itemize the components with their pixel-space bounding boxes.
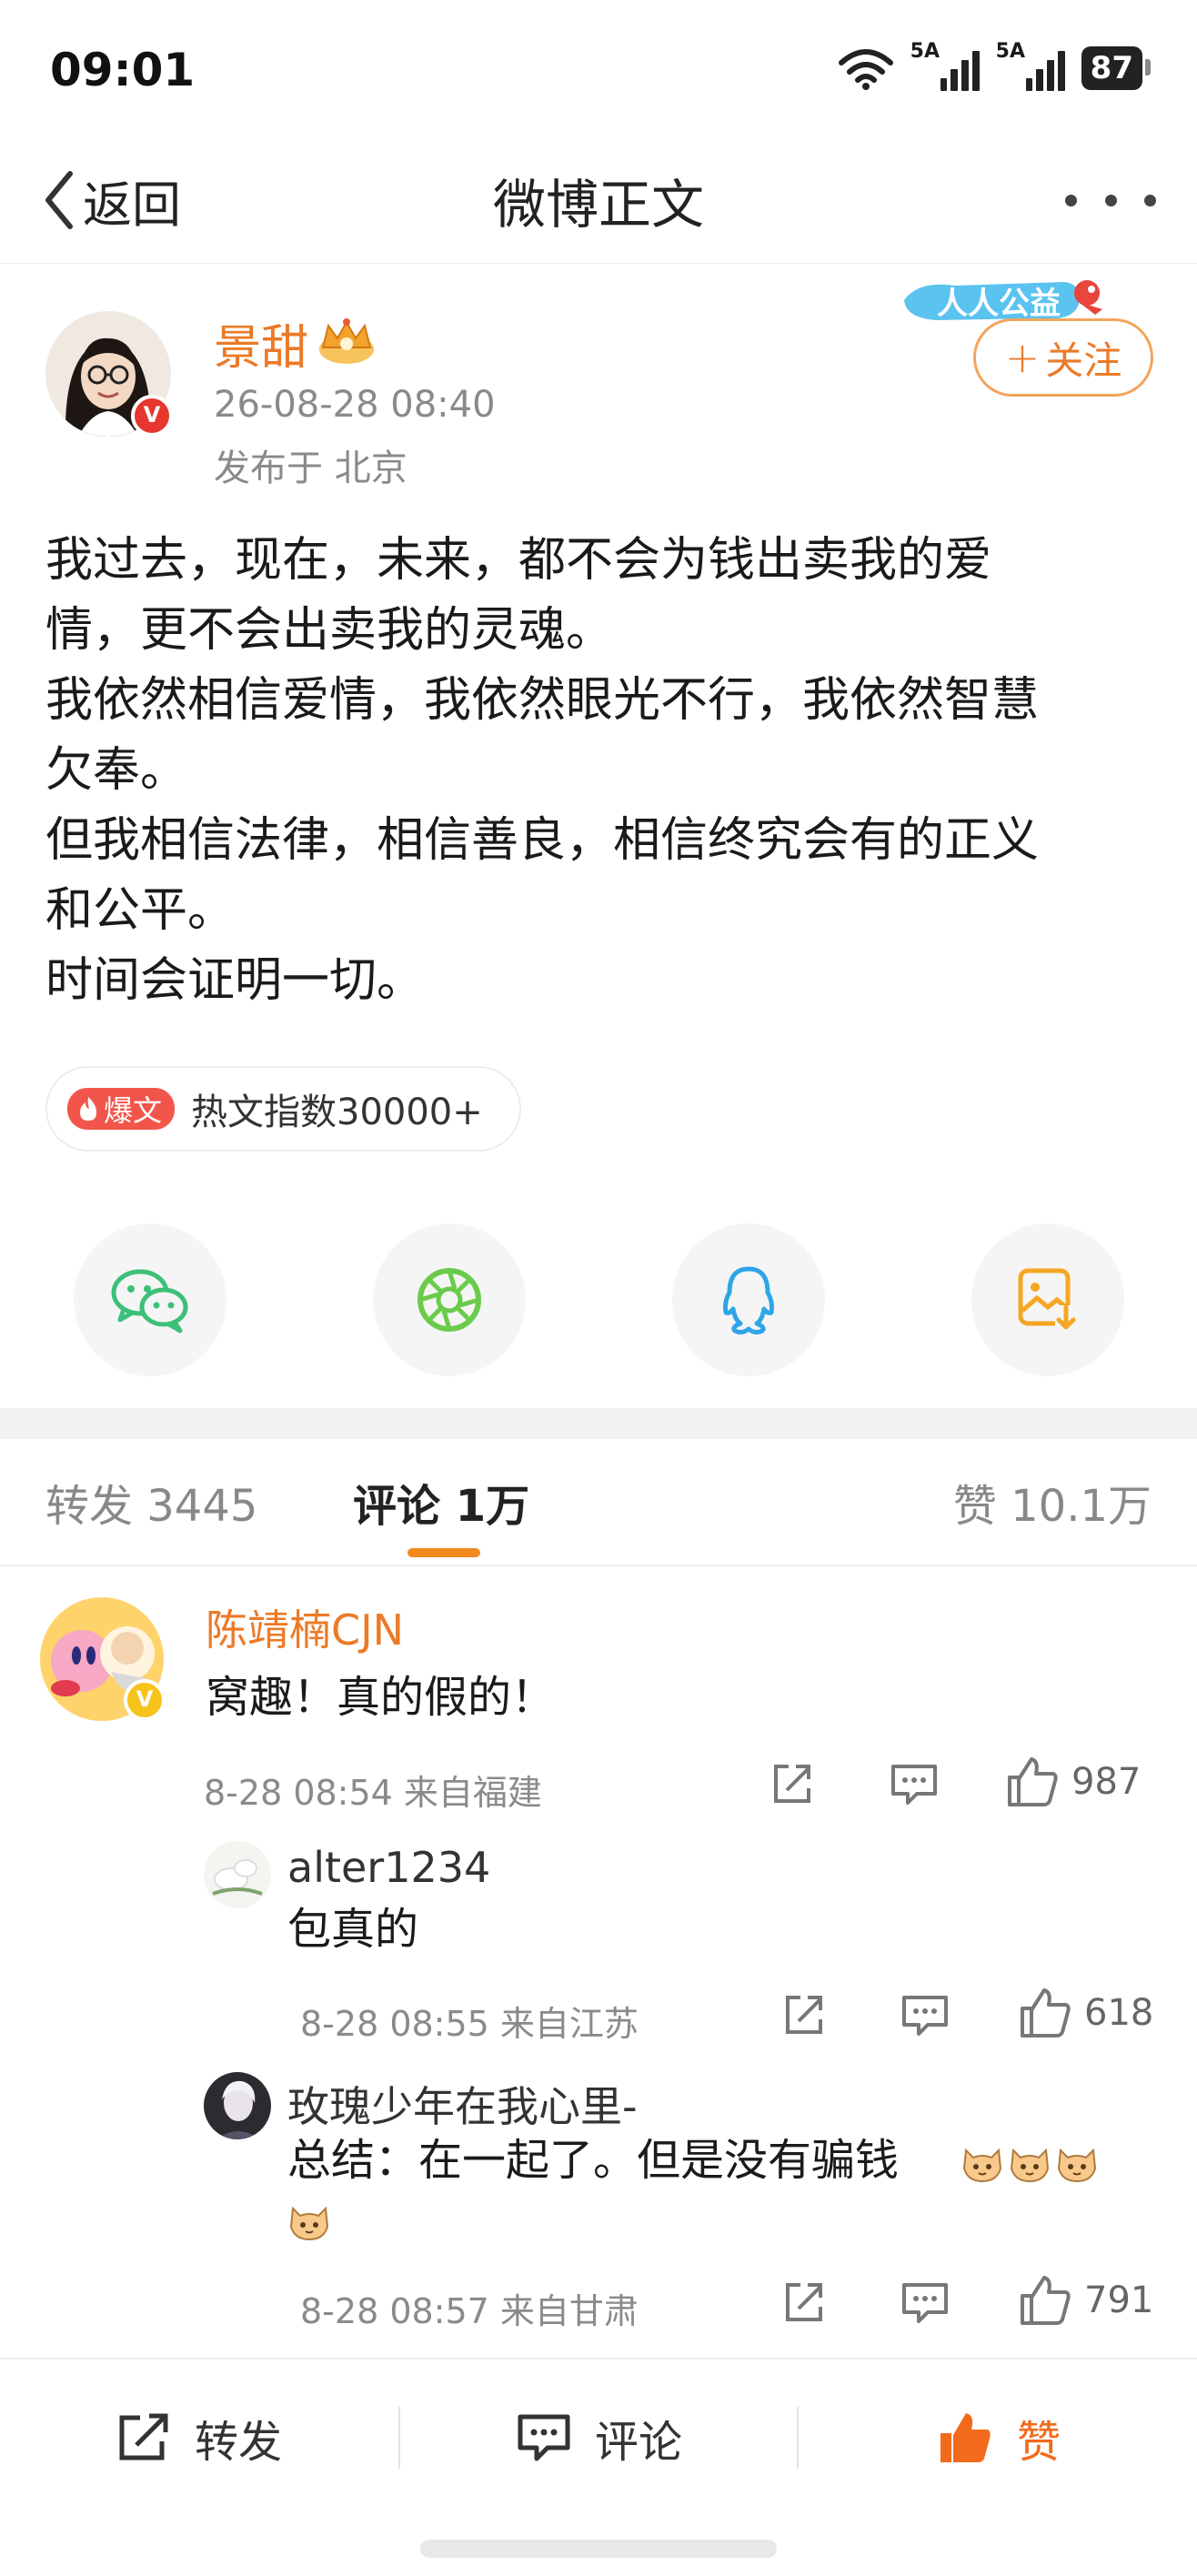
emoji-row-2 [287,2199,331,2247]
wifi-icon [838,49,893,90]
battery-indicator: 87 [1081,46,1152,90]
hot-tag: 爆文 [67,1088,176,1130]
share-icon [786,1996,822,2034]
moments-icon [417,1268,481,1332]
wechat-icon [111,1269,188,1333]
post-location: 发布于 北京 [214,448,407,489]
share-row [0,1223,1197,1378]
comment-reply-button[interactable] [900,2281,950,2325]
like-label: 赞 [1017,2417,1061,2468]
bar-separator [398,2407,400,2469]
qq-icon [723,1266,774,1335]
page-title: 微博正文 [492,174,704,236]
comment-button[interactable]: 评论 [517,2360,682,2516]
crown-badge-icon [319,318,374,364]
post-content: 我过去，现在，未来，都不会为钱出卖我的爱 情，更不会出卖我的灵魂。 我依然相信爱… [45,533,1040,1008]
more-options-button[interactable] [1065,173,1156,227]
tab-comments[interactable]: 评论 1万 [353,1470,529,1534]
share-wechat-button[interactable] [74,1223,226,1376]
repost-icon [119,2413,168,2460]
hot-tag-label: 爆文 [104,1093,163,1128]
like-count: 791 [1084,2279,1154,2321]
bar-separator [797,2407,799,2469]
thumbs-up-icon [1021,2276,1071,2325]
follow-button[interactable]: + 关注 [973,318,1153,397]
comment-icon [518,2414,570,2461]
charity-badge-label: 人人公益 [937,286,1061,322]
status-bar: 09:01 5A 5A 87 [0,0,1197,136]
cat-emoji-icon [1010,2148,1050,2183]
cat-emoji-icon [289,2206,329,2241]
emoji-row [961,2141,1099,2185]
author-name[interactable]: 景甜 [214,309,308,377]
plus-icon: + [1004,333,1041,382]
share-moments-button[interactable] [373,1223,526,1376]
cat-emoji-icon [1057,2148,1097,2183]
signal-icon-2: 5A [996,40,1065,91]
comment-meta: 8-28 08:54 来自福建 [204,1773,542,1813]
comment-icon [902,2283,948,2323]
hot-index-text: 热文指数30000+ [191,1092,483,1133]
tab-likes[interactable]: 赞 10.1万 [953,1470,1152,1534]
comment-label: 评论 [595,2417,683,2468]
commenter-name[interactable]: 玫瑰少年在我心里- [287,2074,638,2134]
comment-reply-button[interactable] [890,1763,939,1806]
share-qq-button[interactable] [672,1223,825,1376]
comment-icon [902,1996,948,2036]
home-indicator[interactable] [420,2540,777,2558]
comment-text: 窝趣！真的假的！ [206,1672,556,1723]
save-image-icon [1018,1268,1079,1333]
comment-like-button[interactable]: 618 [1019,1987,1153,2039]
follow-label: 关注 [1045,337,1122,383]
section-divider [0,1408,1197,1439]
comment-meta: 8-28 08:57 来自甘肃 [300,2291,639,2331]
repost-label: 转发 [195,2417,283,2468]
status-time: 09:01 [50,44,196,96]
comment-text: 包真的 [287,1904,419,1955]
thumbs-up-icon [940,2413,991,2462]
like-count: 618 [1084,1992,1154,2034]
active-tab-indicator [407,1548,480,1557]
hot-post-chip[interactable]: 爆文 热文指数30000+ [45,1066,521,1152]
thumbs-up-icon [1021,1988,1071,2038]
thumbs-up-icon [1008,1757,1058,1806]
commenter-avatar[interactable] [204,1841,271,1908]
commenter-avatar[interactable] [204,2072,271,2139]
status-icons: 5A 5A 87 [838,40,1152,91]
save-image-button[interactable] [971,1223,1124,1376]
comment-share-button[interactable] [769,1761,814,1806]
comment-share-button[interactable] [780,2279,826,2325]
more-dot-icon [1104,194,1117,206]
cat-emoji-icon [962,2148,1002,2183]
comment-like-button[interactable]: 987 [1006,1756,1141,1808]
flame-icon [80,1097,96,1121]
tab-reposts[interactable]: 转发 3445 [45,1470,257,1534]
share-icon [774,1765,810,1803]
verified-badge-icon [124,1679,166,1721]
commenter-name[interactable]: alter1234 [287,1843,490,1892]
comment-like-button[interactable]: 791 [1019,2274,1153,2327]
signal-icon-1: 5A [910,40,980,91]
comment-text: 总结：在一起了。但是没有骗钱 [287,2132,899,2189]
share-icon [786,2283,822,2321]
more-dot-icon [1065,194,1077,206]
verified-badge-icon [131,395,173,437]
nav-bar: 返回 微博正文 [0,136,1197,264]
interaction-tabs: 转发 3445 评论 1万 赞 10.1万 [0,1439,1197,1566]
commenter-name[interactable]: 陈靖楠CJN [206,1597,404,1657]
post-time: 26-08-28 08:40 [214,384,496,426]
bottom-action-bar: 转发 评论 赞 [0,2358,1197,2514]
comment-text-body: 总结：在一起了。但是没有骗钱 [287,2135,900,2186]
more-dot-icon [1144,194,1156,206]
author-avatar[interactable] [45,311,173,437]
like-count: 987 [1071,1761,1142,1803]
repost-button[interactable]: 转发 [116,2360,282,2516]
comment-reply-button[interactable] [900,1994,950,2038]
like-button[interactable]: 赞 [937,2360,1061,2516]
comment-share-button[interactable] [780,1992,826,2038]
comment-icon [891,1765,937,1805]
comment-meta: 8-28 08:55 来自江苏 [300,2004,639,2044]
